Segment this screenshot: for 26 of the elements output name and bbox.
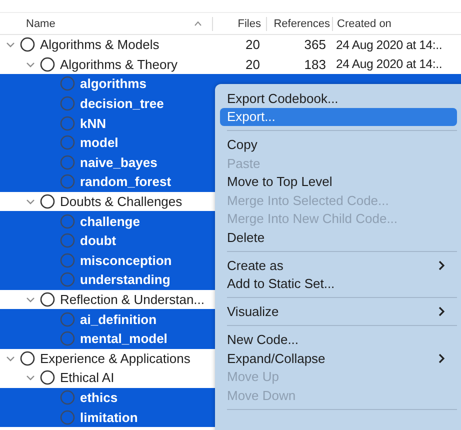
code-name: ai_definition xyxy=(80,312,157,327)
code-name: decision_tree xyxy=(80,96,164,112)
code-name: mental_model xyxy=(80,331,168,346)
code-name: Experience & Applications xyxy=(40,350,190,366)
code-name: Doubts & Challenges xyxy=(60,194,182,210)
code-name: model xyxy=(80,135,118,150)
code-name: ethics xyxy=(80,390,118,405)
code-name: naive_bayes xyxy=(80,154,158,170)
references-count: 183 xyxy=(304,56,326,72)
created-date: 24 Aug 2020 at 14:.. xyxy=(336,38,442,52)
code-name: misconception xyxy=(80,252,172,268)
code-name: limitation xyxy=(80,410,138,425)
code-name: challenge xyxy=(80,214,140,229)
code-name: random_forest xyxy=(80,174,172,190)
code-name: Ethical AI xyxy=(60,370,114,386)
code-name: doubt xyxy=(80,233,116,248)
files-count: 20 xyxy=(246,56,260,72)
code-name: kNN xyxy=(80,116,106,131)
files-count: 20 xyxy=(246,37,260,52)
created-date: 24 Aug 2020 at 14:.. xyxy=(336,57,442,72)
code-name: algorithms xyxy=(80,76,146,92)
code-name: Algorithms & Theory xyxy=(60,56,178,72)
code-name: Reflection & Understan... xyxy=(60,292,205,308)
code-name: Algorithms & Models xyxy=(40,37,160,52)
references-count: 365 xyxy=(304,37,326,52)
code-name: understanding xyxy=(80,272,170,288)
